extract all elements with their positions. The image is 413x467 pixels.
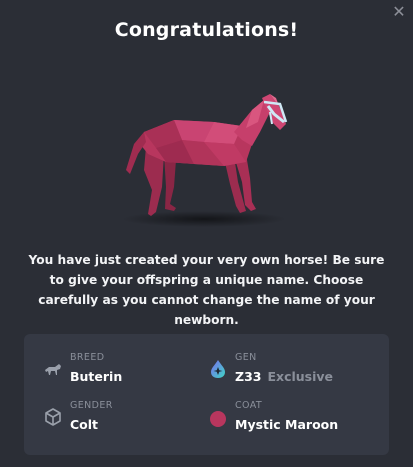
modal-title: Congratulations! (114, 19, 299, 41)
coat-label: COAT (235, 400, 263, 411)
gender-info: GENDER Colt (42, 400, 212, 444)
congratulations-modal: ✕ Congratulations! You have just created… (0, 0, 413, 467)
coat-value: Mystic Maroon (235, 417, 339, 432)
horse-body (126, 94, 288, 216)
cube-icon (45, 408, 61, 426)
breed-label: BREED (70, 352, 105, 363)
gen-value: Z33 (235, 369, 262, 384)
gen-drop-icon (211, 360, 225, 378)
gender-label: GENDER (70, 400, 113, 411)
breed-info: BREED Buterin (42, 352, 212, 396)
close-button[interactable]: ✕ (391, 4, 407, 20)
gender-value: Colt (70, 417, 99, 432)
gen-label: GEN (235, 352, 257, 363)
coat-color-swatch (210, 411, 226, 427)
gen-value-row: Z33 Exclusive (235, 369, 333, 384)
creation-message: You have just created your very own hors… (28, 253, 385, 327)
gen-extra: Exclusive (267, 369, 334, 384)
horse-image (104, 92, 294, 232)
horse-info-card: BREED Buterin GEN Z33 Exclusive GENDER C… (24, 334, 389, 455)
horse-icon (45, 364, 61, 375)
gen-info: GEN Z33 Exclusive (207, 352, 377, 396)
coat-info: COAT Mystic Maroon (207, 400, 377, 444)
breed-value: Buterin (70, 369, 123, 384)
